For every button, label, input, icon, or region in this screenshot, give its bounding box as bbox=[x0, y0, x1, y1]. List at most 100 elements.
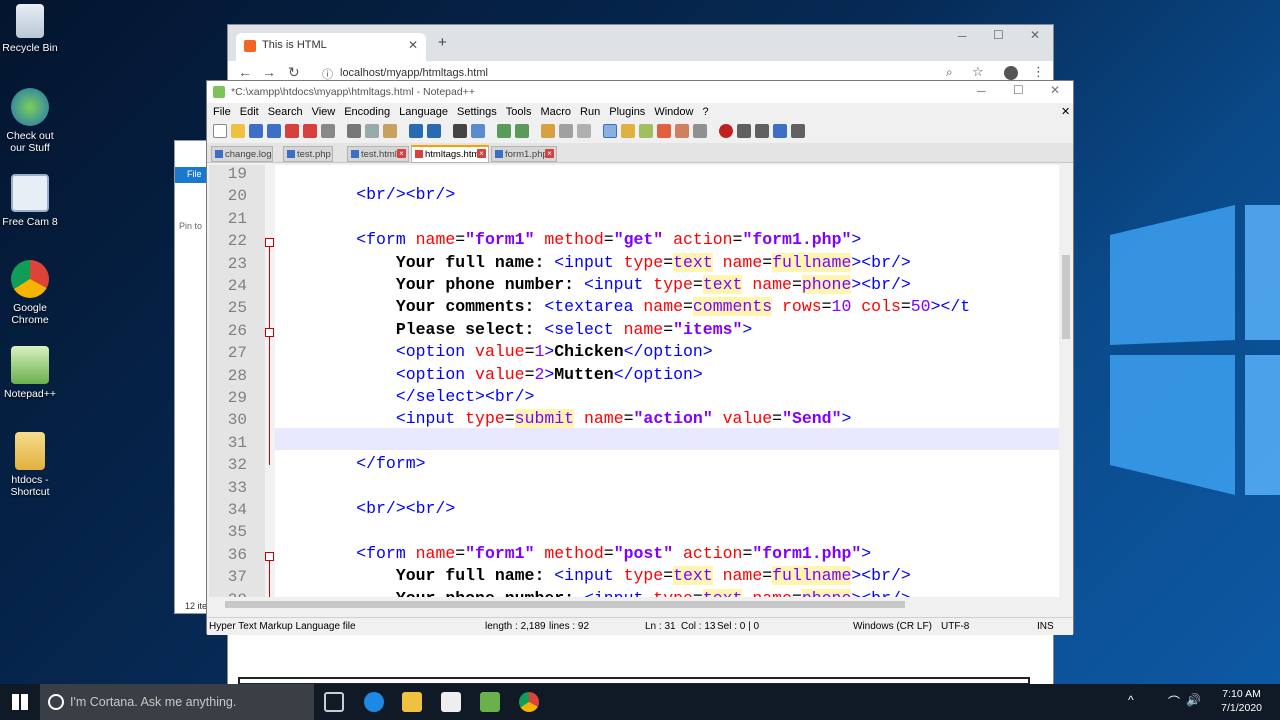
menu-encoding[interactable]: Encoding bbox=[344, 106, 390, 118]
scroll-thumb[interactable] bbox=[1062, 255, 1070, 339]
file-explorer-icon[interactable] bbox=[402, 692, 422, 712]
save-all-icon[interactable] bbox=[267, 124, 281, 138]
menu-settings[interactable]: Settings bbox=[457, 106, 497, 118]
close-tab-icon[interactable]: × bbox=[477, 149, 486, 158]
zoom-out-icon[interactable] bbox=[515, 124, 529, 138]
maximize-icon[interactable]: ☐ bbox=[1013, 83, 1024, 97]
system-clock[interactable]: 7:10 AM 7/1/2020 bbox=[1221, 687, 1262, 715]
code-editor[interactable]: 19 20 21 22 23 24 25 26 27 28 29 30 31 3… bbox=[209, 165, 1073, 597]
forward-icon[interactable]: → bbox=[262, 64, 276, 80]
sync-scroll-icon[interactable] bbox=[541, 124, 555, 138]
all-chars-icon[interactable] bbox=[577, 124, 591, 138]
minimize-icon[interactable]: ─ bbox=[977, 84, 986, 98]
desktop-icon-free-cam[interactable]: Free Cam 8 bbox=[2, 174, 58, 228]
desktop-icon-check-out[interactable]: Check out our Stuff bbox=[2, 88, 58, 154]
undo-icon[interactable] bbox=[409, 124, 423, 138]
eye-icon[interactable] bbox=[693, 124, 707, 138]
open-file-icon[interactable] bbox=[231, 124, 245, 138]
menu-language[interactable]: Language bbox=[399, 106, 448, 118]
notepadpp-taskbar-icon[interactable] bbox=[480, 692, 500, 712]
volume-icon[interactable]: 🔊 bbox=[1186, 693, 1201, 707]
vertical-scrollbar[interactable] bbox=[1059, 165, 1073, 597]
chrome-tab[interactable]: This is HTML ✕ bbox=[236, 33, 426, 61]
fold-marker-icon[interactable] bbox=[265, 328, 274, 337]
clock-date: 7/1/2020 bbox=[1221, 702, 1262, 714]
close-tab-icon[interactable]: × bbox=[397, 149, 406, 158]
menu-search[interactable]: Search bbox=[268, 106, 303, 118]
find-icon[interactable] bbox=[453, 124, 467, 138]
menu-icon[interactable]: ⋮ bbox=[1032, 64, 1045, 80]
menu-window[interactable]: Window bbox=[654, 106, 693, 118]
menu-tools[interactable]: Tools bbox=[506, 106, 532, 118]
paste-icon[interactable] bbox=[383, 124, 397, 138]
play-multiple-icon[interactable] bbox=[773, 124, 787, 138]
redo-icon[interactable] bbox=[427, 124, 441, 138]
horizontal-scrollbar[interactable] bbox=[207, 597, 1071, 611]
maximize-icon[interactable]: ☐ bbox=[993, 28, 1004, 42]
status-insert-mode: INS bbox=[1037, 621, 1054, 632]
close-tab-icon[interactable]: × bbox=[545, 149, 554, 158]
record-macro-icon[interactable] bbox=[719, 124, 733, 138]
close-document-icon[interactable]: ✕ bbox=[1061, 105, 1070, 118]
task-view-icon[interactable] bbox=[324, 692, 344, 712]
indent-guide-icon[interactable] bbox=[603, 124, 617, 138]
stop-macro-icon[interactable] bbox=[737, 124, 751, 138]
copy-icon[interactable] bbox=[365, 124, 379, 138]
reload-icon[interactable]: ↻ bbox=[288, 64, 300, 81]
cortana-search-box[interactable]: I'm Cortana. Ask me anything. bbox=[40, 684, 314, 720]
menu-run[interactable]: Run bbox=[580, 106, 600, 118]
star-icon[interactable]: ☆ bbox=[972, 64, 984, 80]
folder-workspace-icon[interactable] bbox=[657, 124, 671, 138]
zoom-in-icon[interactable] bbox=[497, 124, 511, 138]
minimize-icon[interactable]: ─ bbox=[958, 29, 967, 43]
back-icon[interactable]: ← bbox=[238, 64, 252, 80]
close-window-icon[interactable]: ✕ bbox=[1030, 28, 1040, 42]
menu-macro[interactable]: Macro bbox=[540, 106, 571, 118]
desktop-icon-notepadpp[interactable]: Notepad++ bbox=[2, 346, 58, 400]
fold-marker-icon[interactable] bbox=[265, 552, 274, 561]
close-window-icon[interactable]: ✕ bbox=[1050, 83, 1060, 97]
menu-edit[interactable]: Edit bbox=[240, 106, 259, 118]
new-file-icon[interactable] bbox=[213, 124, 227, 138]
save-icon[interactable] bbox=[249, 124, 263, 138]
network-icon[interactable]: ⌒ bbox=[1168, 693, 1180, 710]
file-tab-change-log[interactable]: change.log bbox=[211, 146, 273, 162]
doc-map-icon[interactable] bbox=[621, 124, 635, 138]
zoom-icon[interactable]: ⌕ bbox=[946, 65, 953, 80]
edge-icon[interactable] bbox=[364, 692, 384, 712]
close-tab-icon[interactable]: ✕ bbox=[408, 38, 418, 52]
store-icon[interactable] bbox=[441, 692, 461, 712]
function-list-icon[interactable] bbox=[639, 124, 653, 138]
replace-icon[interactable] bbox=[471, 124, 485, 138]
monitor-icon[interactable] bbox=[675, 124, 689, 138]
desktop-icon-htdocs[interactable]: htdocs - Shortcut bbox=[2, 432, 58, 498]
fold-marker-icon[interactable] bbox=[265, 238, 274, 247]
code-line-25: Your comments: <textarea name=comments r… bbox=[395, 297, 971, 316]
chevron-up-icon[interactable]: ^ bbox=[1128, 693, 1134, 707]
menu-file[interactable]: File bbox=[213, 106, 231, 118]
address-bar[interactable]: localhost/myapp/htmltags.html bbox=[340, 67, 488, 79]
play-macro-icon[interactable] bbox=[755, 124, 769, 138]
menu-plugins[interactable]: Plugins bbox=[609, 106, 645, 118]
new-tab-icon[interactable]: + bbox=[438, 34, 447, 51]
start-windows-icon[interactable] bbox=[12, 694, 28, 710]
file-tab-test-html[interactable]: test.html × bbox=[347, 146, 409, 162]
cut-icon[interactable] bbox=[347, 124, 361, 138]
save-macro-icon[interactable] bbox=[791, 124, 805, 138]
close-all-icon[interactable] bbox=[303, 124, 317, 138]
scroll-thumb[interactable] bbox=[225, 601, 905, 608]
menu-view[interactable]: View bbox=[312, 106, 336, 118]
explorer-file-tab[interactable]: File bbox=[175, 167, 209, 183]
print-icon[interactable] bbox=[321, 124, 335, 138]
file-tab-test-php[interactable]: test.php bbox=[283, 146, 333, 162]
line-number: 28 bbox=[227, 367, 247, 385]
account-icon[interactable] bbox=[1004, 66, 1018, 80]
desktop-icon-chrome[interactable]: Google Chrome bbox=[2, 260, 58, 326]
close-icon[interactable] bbox=[285, 124, 299, 138]
chrome-taskbar-icon[interactable] bbox=[519, 692, 539, 712]
file-tab-htmltags-html[interactable]: htmltags.html × bbox=[411, 145, 489, 163]
file-tab-form1-php[interactable]: form1.php × bbox=[491, 146, 557, 162]
wrap-icon[interactable] bbox=[559, 124, 573, 138]
desktop-icon-recycle-bin[interactable]: Recycle Bin bbox=[2, 4, 58, 54]
menu-help[interactable]: ? bbox=[702, 106, 708, 118]
